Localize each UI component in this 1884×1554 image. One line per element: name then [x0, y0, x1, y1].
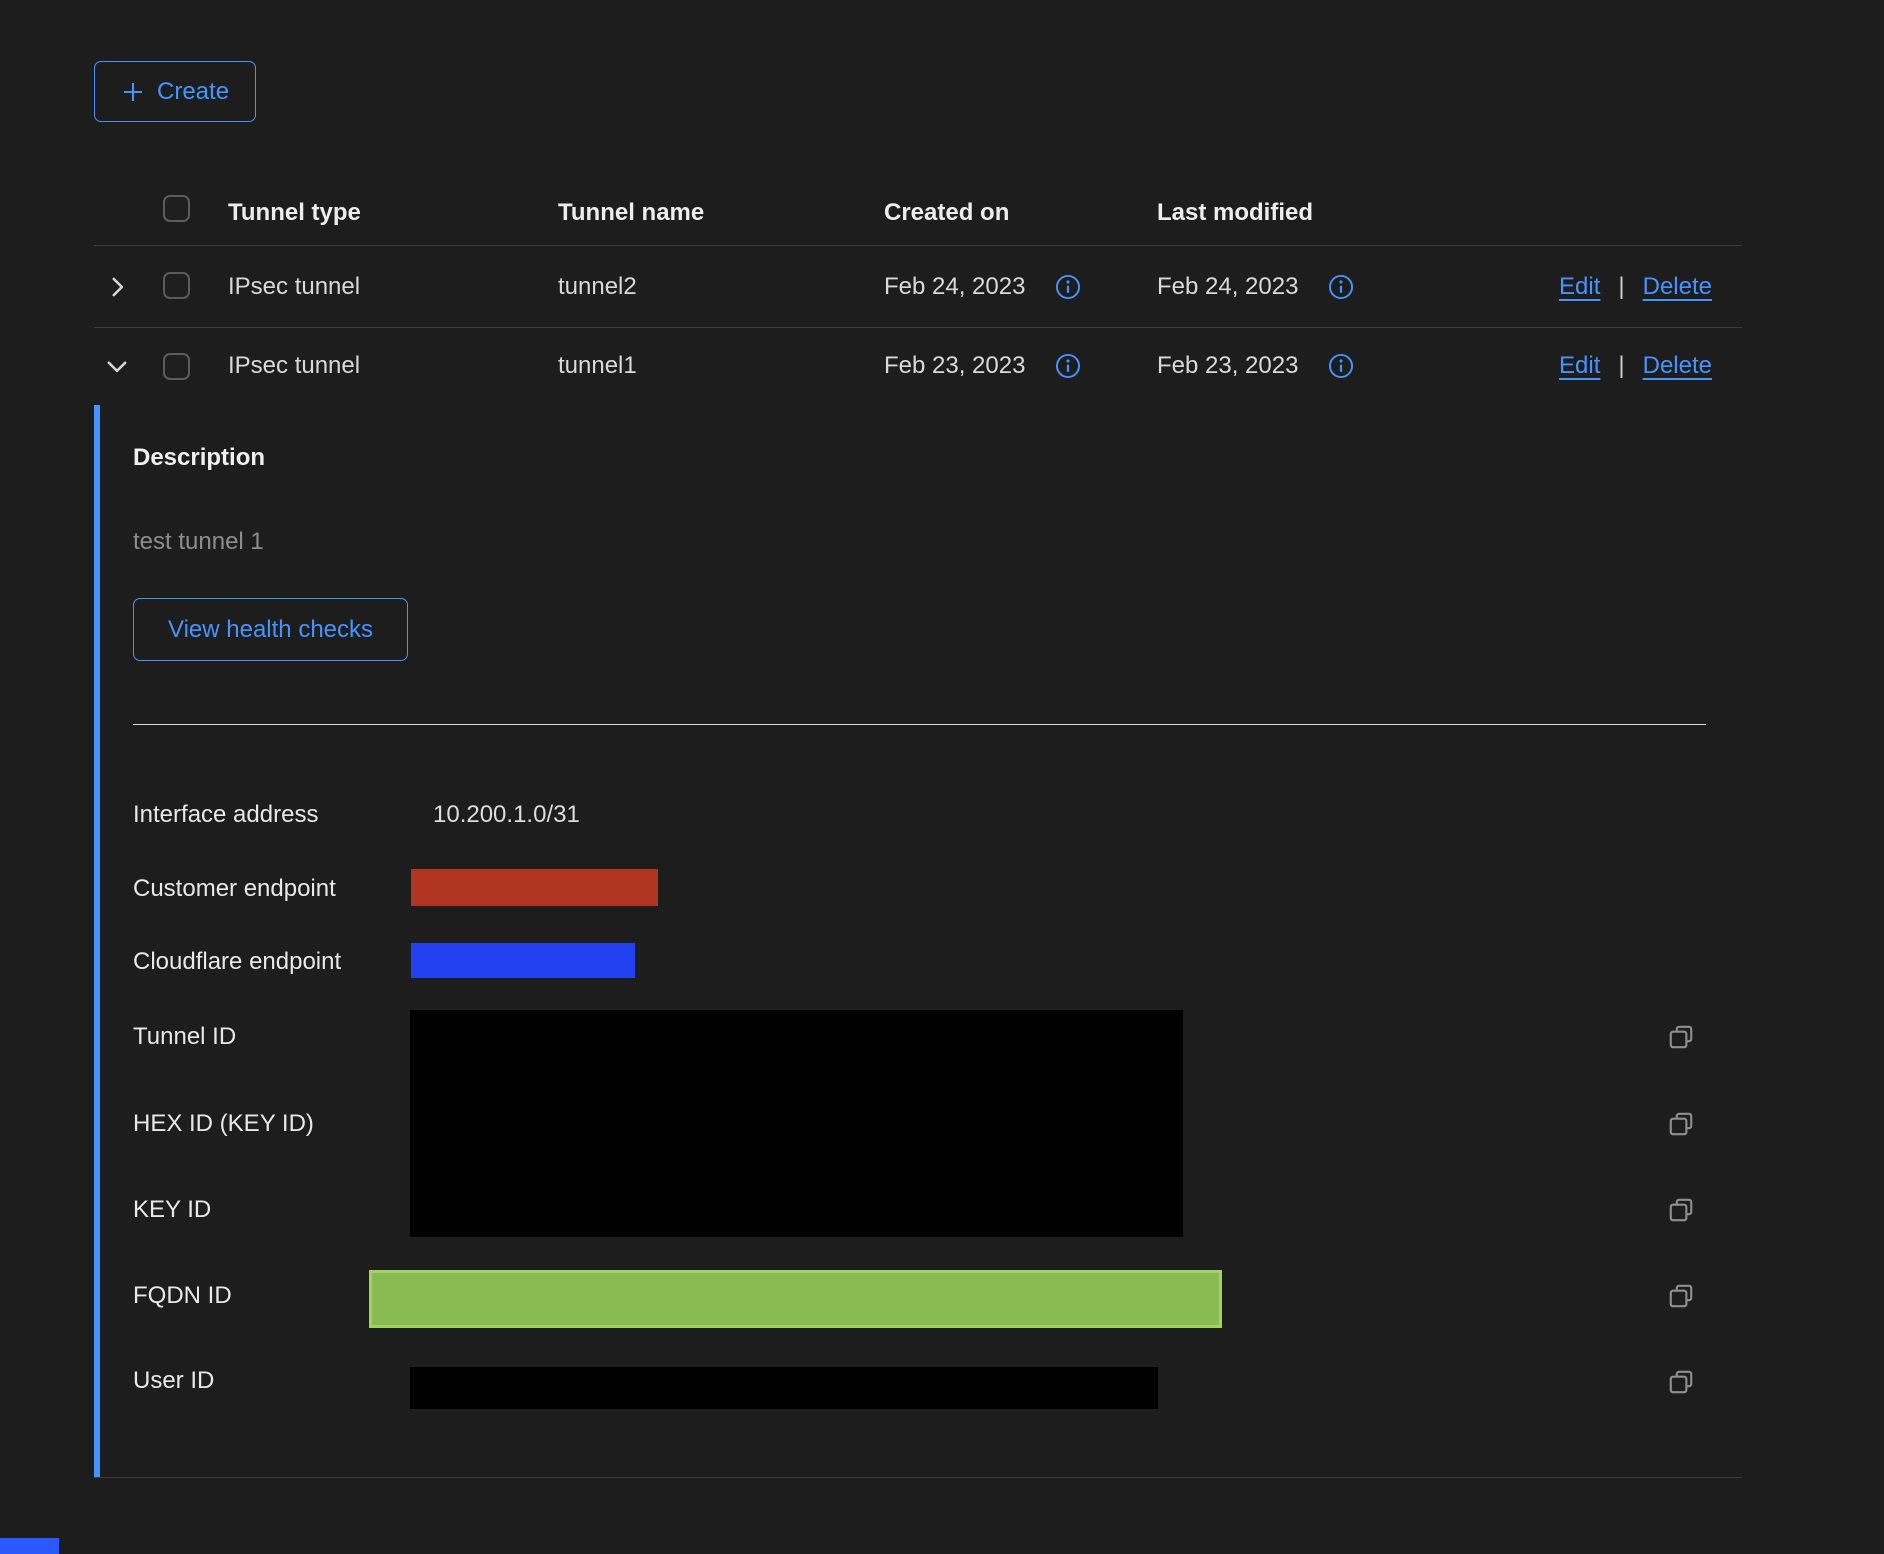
delete-link[interactable]: Delete: [1643, 352, 1712, 380]
table-header: Tunnel type Tunnel name Created on Last …: [94, 180, 1742, 246]
edit-link[interactable]: Edit: [1559, 352, 1600, 380]
created-on-date: Feb 23, 2023: [884, 352, 1025, 380]
interface-address-label: Interface address: [133, 801, 318, 829]
info-icon[interactable]: [1055, 353, 1081, 379]
info-icon[interactable]: [1055, 274, 1081, 300]
last-modified-date: Feb 23, 2023: [1157, 352, 1298, 380]
row-checkbox[interactable]: [163, 272, 190, 299]
bottom-left-accent: [0, 1538, 59, 1554]
interface-address-value: 10.200.1.0/31: [433, 801, 580, 829]
delete-link[interactable]: Delete: [1643, 273, 1712, 301]
tunnel-type-cell: IPsec tunnel: [228, 246, 360, 327]
cloudflare-endpoint-redacted-value: [411, 943, 635, 978]
column-header-last-modified: Last modified: [1157, 180, 1313, 245]
section-bottom-border: [94, 1477, 1742, 1478]
description-label: Description: [133, 444, 265, 472]
fqdn-id-label: FQDN ID: [133, 1282, 232, 1310]
description-value: test tunnel 1: [133, 528, 264, 556]
row-actions: Edit | Delete: [1559, 327, 1712, 405]
fqdn-id-redacted-value: [369, 1270, 1222, 1328]
last-modified-cell: Feb 24, 2023: [1157, 246, 1354, 327]
create-button[interactable]: Create: [94, 61, 256, 122]
view-health-checks-button[interactable]: View health checks: [133, 598, 408, 661]
create-button-label: Create: [157, 78, 229, 106]
hex-id-label: HEX ID (KEY ID): [133, 1110, 314, 1138]
created-on-cell: Feb 24, 2023: [884, 246, 1081, 327]
cloudflare-endpoint-label: Cloudflare endpoint: [133, 948, 341, 976]
column-header-tunnel-name: Tunnel name: [558, 180, 704, 245]
select-all-checkbox[interactable]: [163, 195, 190, 222]
last-modified-date: Feb 24, 2023: [1157, 273, 1298, 301]
copy-icon[interactable]: [1668, 1024, 1694, 1050]
section-divider: [133, 724, 1706, 725]
created-on-cell: Feb 23, 2023: [884, 327, 1081, 405]
tunnel-name-cell: tunnel1: [558, 327, 637, 405]
edit-link[interactable]: Edit: [1559, 273, 1600, 301]
info-icon[interactable]: [1328, 353, 1354, 379]
tunnel-hex-key-id-redacted-value: [410, 1010, 1183, 1237]
tunnels-page: Create Tunnel type Tunnel name Created o…: [0, 0, 1884, 1554]
column-header-tunnel-type: Tunnel type: [228, 180, 361, 245]
actions-separator: |: [1618, 352, 1624, 380]
row-actions: Edit | Delete: [1559, 246, 1712, 327]
user-id-label: User ID: [133, 1367, 214, 1395]
table-row: IPsec tunnel tunnel2 Feb 24, 2023 Feb 24…: [94, 246, 1742, 328]
info-icon[interactable]: [1328, 274, 1354, 300]
copy-icon[interactable]: [1668, 1369, 1694, 1395]
last-modified-cell: Feb 23, 2023: [1157, 327, 1354, 405]
plus-icon: [121, 80, 145, 104]
user-id-redacted-value: [410, 1367, 1158, 1409]
table-row: IPsec tunnel tunnel1 Feb 23, 2023 Feb 23…: [94, 327, 1742, 405]
copy-icon[interactable]: [1668, 1283, 1694, 1309]
customer-endpoint-redacted-value: [411, 869, 658, 906]
key-id-label: KEY ID: [133, 1196, 211, 1224]
chevron-down-icon[interactable]: [104, 327, 130, 405]
actions-separator: |: [1618, 273, 1624, 301]
tunnel-type-cell: IPsec tunnel: [228, 327, 360, 405]
chevron-right-icon[interactable]: [104, 246, 130, 327]
row-checkbox[interactable]: [163, 353, 190, 380]
customer-endpoint-label: Customer endpoint: [133, 875, 336, 903]
tunnel-name-cell: tunnel2: [558, 246, 637, 327]
column-header-created-on: Created on: [884, 180, 1009, 245]
created-on-date: Feb 24, 2023: [884, 273, 1025, 301]
expanded-row-accent-bar: [94, 405, 100, 1478]
copy-icon[interactable]: [1668, 1197, 1694, 1223]
copy-icon[interactable]: [1668, 1111, 1694, 1137]
tunnel-id-label: Tunnel ID: [133, 1023, 236, 1051]
